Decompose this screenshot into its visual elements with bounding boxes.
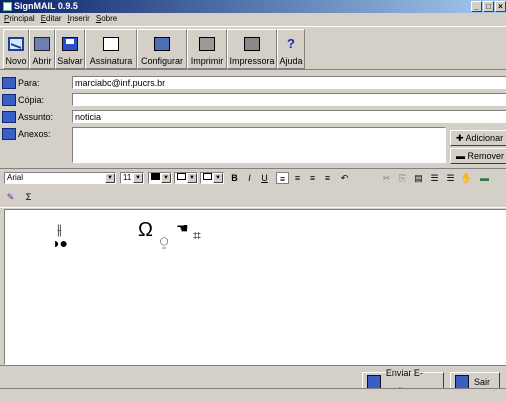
background-color-select[interactable]: ▼	[174, 172, 198, 184]
configure-icon	[154, 37, 170, 51]
font-size-select[interactable]: 11 ▼	[120, 172, 144, 184]
chevron-down-icon: ▼	[187, 173, 197, 183]
printer-setup-button[interactable]: Impressora	[227, 29, 277, 69]
text-color-select[interactable]: ▼	[148, 172, 172, 184]
cc-label-button[interactable]: Cópia:	[2, 92, 70, 107]
signature-icon	[103, 37, 119, 51]
floppy-disk-icon	[62, 37, 78, 51]
printer-setup-icon	[244, 37, 260, 51]
signwriting-glyph: ⍜	[160, 233, 169, 249]
window-controls: _ □ ×	[471, 1, 506, 12]
help-button[interactable]: ? Ajuda	[277, 29, 305, 69]
to-label-button[interactable]: Para:	[2, 75, 70, 90]
new-button[interactable]: Novo	[3, 29, 29, 69]
print-button[interactable]: Imprimir	[187, 29, 227, 69]
envelope-new-icon	[8, 37, 24, 51]
signwriting-glyph: ⫲	[57, 221, 62, 237]
send-mail-icon	[367, 375, 381, 389]
attachment-icon	[2, 127, 16, 140]
address-book-icon	[2, 76, 16, 89]
image-icon[interactable]: ▬	[478, 172, 491, 184]
border-select[interactable]: ▼	[200, 172, 224, 184]
configure-button[interactable]: Configurar	[137, 29, 187, 69]
exit-door-icon	[455, 375, 469, 389]
minimize-button[interactable]: _	[471, 1, 482, 12]
add-attachment-button[interactable]: ✚ Adicionar	[450, 130, 506, 146]
color-swatch	[151, 173, 160, 180]
underline-button[interactable]: U	[258, 172, 271, 184]
format-toolbar: Arial ▼ 11 ▼ ▼ ▼ ▼ B I U ≡ ≡ ≡ ≡ ↶ ✂ ⎘ ▤…	[0, 168, 506, 208]
to-row: Para:	[0, 75, 506, 90]
sign-hand-icon[interactable]: ✋	[460, 172, 473, 184]
attachments-list[interactable]	[72, 127, 446, 163]
copy-icon[interactable]: ⎘	[396, 172, 409, 184]
menu-principal[interactable]: Principal	[4, 13, 35, 25]
help-icon: ?	[287, 36, 295, 51]
sigma-button[interactable]: Σ	[22, 191, 35, 203]
signwriting-glyph: ⌗	[193, 227, 201, 243]
justify-icon[interactable]: ≡	[321, 172, 334, 184]
address-book-icon	[2, 93, 16, 106]
cut-icon[interactable]: ✂	[380, 172, 393, 184]
border-swatch	[203, 173, 212, 180]
menu-bar: Principal Editar Inserir Sobre	[0, 13, 506, 25]
attachments-label: Anexos:	[2, 126, 70, 141]
italic-button[interactable]: I	[243, 172, 256, 184]
signwriting-glyph: ◑●	[51, 235, 68, 251]
save-button[interactable]: Salvar	[55, 29, 85, 69]
chevron-down-icon: ▼	[133, 173, 143, 183]
color-swatch	[177, 173, 186, 180]
cc-row: Cópia:	[0, 92, 506, 107]
title-bar[interactable]: SignMAIL 0.9.5 _ □ ×	[0, 0, 506, 13]
numbered-list-icon[interactable]: ☰	[444, 172, 457, 184]
subject-row: Assunto:	[0, 109, 506, 124]
subject-label-button[interactable]: Assunto:	[2, 109, 70, 124]
plus-icon: ✚	[456, 133, 466, 143]
chevron-down-icon: ▼	[161, 173, 171, 183]
cc-field[interactable]	[72, 93, 506, 106]
align-center-icon[interactable]: ≡	[291, 172, 304, 184]
signwriting-glyph: Ω	[138, 219, 153, 241]
menu-sobre[interactable]: Sobre	[96, 13, 117, 25]
message-editor[interactable]: ⫲ ◑● Ω ⍜ ☚ ⌗	[4, 209, 506, 365]
folder-open-icon	[34, 37, 50, 51]
printer-icon	[199, 37, 215, 51]
open-button[interactable]: Abrir	[29, 29, 55, 69]
subject-field[interactable]	[72, 110, 506, 123]
bullet-list-icon[interactable]: ☰	[428, 172, 441, 184]
eraser-icon[interactable]: ✎	[4, 191, 17, 203]
maximize-button[interactable]: □	[483, 1, 494, 12]
to-field[interactable]	[72, 76, 506, 89]
paste-icon[interactable]: ▤	[412, 172, 425, 184]
status-bar	[0, 388, 506, 402]
signwriting-glyph: ☚	[176, 220, 189, 236]
minus-icon: ▬	[456, 151, 468, 161]
main-toolbar: Novo Abrir Salvar Assinatura Configurar …	[0, 26, 506, 70]
align-left-icon[interactable]: ≡	[276, 172, 289, 184]
bold-button[interactable]: B	[228, 172, 241, 184]
font-select[interactable]: Arial ▼	[4, 172, 116, 184]
main-window: SignMAIL 0.9.5 _ □ × Principal Editar In…	[0, 0, 506, 402]
remove-attachment-button[interactable]: ▬ Remover	[450, 148, 506, 164]
close-button[interactable]: ×	[495, 1, 506, 12]
subject-icon	[2, 110, 16, 123]
menu-editar[interactable]: Editar	[41, 13, 62, 25]
signature-button[interactable]: Assinatura	[85, 29, 137, 69]
window-title: SignMAIL 0.9.5	[14, 1, 78, 11]
chevron-down-icon: ▼	[213, 173, 223, 183]
undo-icon[interactable]: ↶	[338, 172, 351, 184]
menu-inserir[interactable]: Inserir	[68, 13, 90, 25]
chevron-down-icon: ▼	[105, 173, 115, 183]
align-right-icon[interactable]: ≡	[306, 172, 319, 184]
app-icon	[3, 2, 12, 11]
